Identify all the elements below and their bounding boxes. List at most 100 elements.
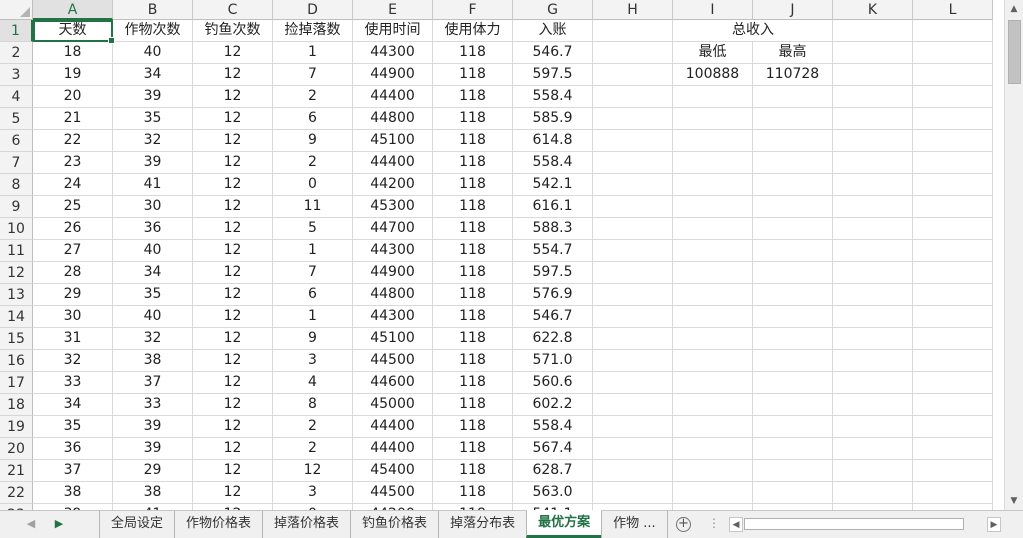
cell-l9[interactable]	[913, 196, 993, 218]
cell-f19[interactable]: 118	[433, 416, 513, 438]
vertical-scrollbar[interactable]: ▲ ▼	[1004, 0, 1023, 510]
cell-f4[interactable]: 118	[433, 86, 513, 108]
cell-f17[interactable]: 118	[433, 372, 513, 394]
cell-a1[interactable]: 天数	[33, 20, 115, 44]
cell-b14[interactable]: 40	[113, 306, 193, 328]
plus-circle-icon[interactable]: +	[676, 517, 691, 532]
cell-c5[interactable]: 12	[193, 108, 273, 130]
cell-g12[interactable]: 597.5	[513, 262, 593, 284]
cell-h2[interactable]	[593, 42, 673, 64]
cell-k10[interactable]	[833, 218, 913, 240]
cell-k8[interactable]	[833, 174, 913, 196]
column-header-k[interactable]: K	[833, 0, 913, 20]
cell-k1[interactable]	[833, 20, 913, 42]
cell-i1[interactable]: 总收入	[673, 20, 774, 42]
cell-j2[interactable]: 最高	[753, 42, 833, 64]
cell-j6[interactable]	[753, 130, 833, 152]
cell-a2[interactable]: 18	[33, 42, 113, 64]
cell-d15[interactable]: 9	[273, 328, 353, 350]
cell-l8[interactable]	[913, 174, 993, 196]
cell-b18[interactable]: 33	[113, 394, 193, 416]
cell-k9[interactable]	[833, 196, 913, 218]
cell-j7[interactable]	[753, 152, 833, 174]
cell-h19[interactable]	[593, 416, 673, 438]
cell-c6[interactable]: 12	[193, 130, 273, 152]
cell-i18[interactable]	[673, 394, 753, 416]
cell-j15[interactable]	[753, 328, 833, 350]
cell-i3[interactable]: 100888	[673, 64, 753, 86]
cell-a6[interactable]: 22	[33, 130, 113, 152]
cell-i5[interactable]	[673, 108, 753, 130]
cell-a15[interactable]: 31	[33, 328, 113, 350]
cell-b11[interactable]: 40	[113, 240, 193, 262]
row-header-5[interactable]: 5	[0, 108, 33, 130]
cell-g20[interactable]: 567.4	[513, 438, 593, 460]
cell-g1[interactable]: 入账	[513, 20, 593, 42]
cell-l16[interactable]	[913, 350, 993, 372]
cell-d8[interactable]: 0	[273, 174, 353, 196]
cell-d20[interactable]: 2	[273, 438, 353, 460]
cell-f12[interactable]: 118	[433, 262, 513, 284]
cell-a3[interactable]: 19	[33, 64, 113, 86]
cell-j21[interactable]	[753, 460, 833, 482]
cell-i6[interactable]	[673, 130, 753, 152]
cell-b21[interactable]: 29	[113, 460, 193, 482]
row-header-10[interactable]: 10	[0, 218, 33, 240]
scroll-right-arrow-icon[interactable]: ▶	[987, 517, 1001, 532]
cell-g13[interactable]: 576.9	[513, 284, 593, 306]
cell-k17[interactable]	[833, 372, 913, 394]
cell-g14[interactable]: 546.7	[513, 306, 593, 328]
cell-area[interactable]: 天数 作物次数 钓鱼次数 捡掉落数 使用时间 使用体力 入账 总收入 18 40 12 1 44300 1…	[33, 20, 993, 510]
cell-d18[interactable]: 8	[273, 394, 353, 416]
cell-b4[interactable]: 39	[113, 86, 193, 108]
cell-d6[interactable]: 9	[273, 130, 353, 152]
cell-j3[interactable]: 110728	[753, 64, 833, 86]
cell-l21[interactable]	[913, 460, 993, 482]
cell-f13[interactable]: 118	[433, 284, 513, 306]
cell-h8[interactable]	[593, 174, 673, 196]
cell-c20[interactable]: 12	[193, 438, 273, 460]
cell-e15[interactable]: 45100	[353, 328, 433, 350]
cell-e2[interactable]: 44300	[353, 42, 433, 64]
cell-d19[interactable]: 2	[273, 416, 353, 438]
cell-b16[interactable]: 38	[113, 350, 193, 372]
cell-f1[interactable]: 使用体力	[433, 20, 513, 42]
spreadsheet-grid[interactable]: ABCDEFGHIJKL 1 2 3 4 5 6 7 8 9 10 11 12 13 14 15 16 17 18…	[0, 0, 1004, 510]
cell-b8[interactable]: 41	[113, 174, 193, 196]
cell-d5[interactable]: 6	[273, 108, 353, 130]
cell-e22[interactable]: 44500	[353, 482, 433, 504]
cell-a10[interactable]: 26	[33, 218, 113, 240]
cell-b13[interactable]: 35	[113, 284, 193, 306]
cell-b7[interactable]: 39	[113, 152, 193, 174]
cell-j5[interactable]	[753, 108, 833, 130]
cell-e5[interactable]: 44800	[353, 108, 433, 130]
row-header-22[interactable]: 22	[0, 482, 33, 504]
scroll-left-arrow-icon[interactable]: ◀	[729, 517, 743, 532]
cell-f8[interactable]: 118	[433, 174, 513, 196]
cell-f20[interactable]: 118	[433, 438, 513, 460]
cell-c4[interactable]: 12	[193, 86, 273, 108]
row-header-3[interactable]: 3	[0, 64, 33, 86]
cell-i14[interactable]	[673, 306, 753, 328]
cell-c3[interactable]: 12	[193, 64, 273, 86]
cell-e17[interactable]: 44600	[353, 372, 433, 394]
cell-a9[interactable]: 25	[33, 196, 113, 218]
cell-a17[interactable]: 33	[33, 372, 113, 394]
cell-e13[interactable]: 44800	[353, 284, 433, 306]
cell-l19[interactable]	[913, 416, 993, 438]
cell-i2[interactable]: 最低	[673, 42, 753, 64]
row-header-8[interactable]: 8	[0, 174, 33, 196]
cell-d11[interactable]: 1	[273, 240, 353, 262]
cell-f6[interactable]: 118	[433, 130, 513, 152]
cell-h9[interactable]	[593, 196, 673, 218]
row-header-4[interactable]: 4	[0, 86, 33, 108]
cell-g3[interactable]: 597.5	[513, 64, 593, 86]
cell-f15[interactable]: 118	[433, 328, 513, 350]
cell-d4[interactable]: 2	[273, 86, 353, 108]
cell-g11[interactable]: 554.7	[513, 240, 593, 262]
cell-l12[interactable]	[913, 262, 993, 284]
cell-i11[interactable]	[673, 240, 753, 262]
cell-l15[interactable]	[913, 328, 993, 350]
cell-g22[interactable]: 563.0	[513, 482, 593, 504]
cell-e9[interactable]: 45300	[353, 196, 433, 218]
